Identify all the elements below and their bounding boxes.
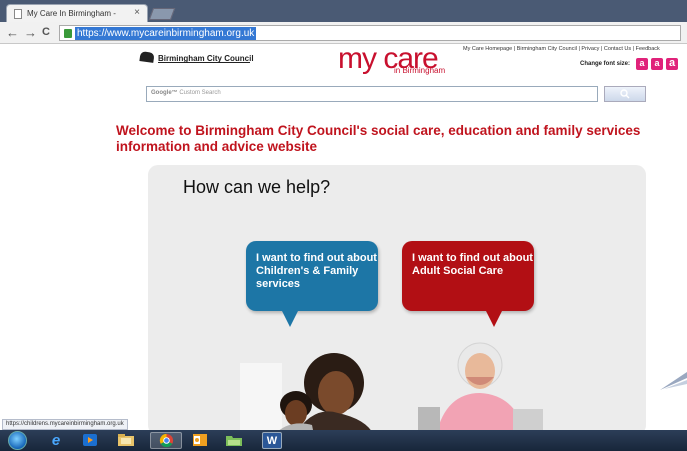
- tab-close-icon[interactable]: ×: [134, 7, 140, 18]
- search-placeholder: Custom Search: [179, 90, 221, 96]
- url-text[interactable]: https://www.mycareinbirmingham.org.uk: [75, 27, 257, 40]
- file-explorer-icon[interactable]: [116, 432, 136, 449]
- bubble-tail-red: [486, 311, 502, 327]
- folder-icon[interactable]: [224, 432, 244, 449]
- browser-screen: My Care In Birmingham - × ← → C https://…: [0, 0, 687, 451]
- mycare-logo-subtitle: in Birmingham: [394, 66, 446, 75]
- outlook-icon[interactable]: [190, 432, 210, 449]
- help-panel: How can we help? I want to find out abou…: [148, 165, 646, 435]
- welcome-heading: Welcome to Birmingham City Council's soc…: [116, 123, 641, 154]
- word-icon[interactable]: W: [262, 432, 282, 449]
- media-player-icon[interactable]: [80, 432, 100, 449]
- new-tab-button[interactable]: [148, 8, 176, 20]
- bubble-tail-blue: [282, 311, 298, 327]
- address-bar[interactable]: https://www.mycareinbirmingham.org.uk: [59, 25, 681, 41]
- chrome-icon[interactable]: [150, 432, 182, 449]
- internet-explorer-icon[interactable]: e: [46, 432, 66, 449]
- google-label: Google™: [151, 90, 178, 96]
- family-photo: [234, 353, 374, 435]
- search-button[interactable]: [604, 86, 646, 102]
- elderly-woman-photo: [418, 337, 548, 435]
- font-size-large-button[interactable]: a: [666, 58, 678, 70]
- font-size-medium-button[interactable]: a: [651, 58, 663, 70]
- browser-toolbar: ← → C https://www.mycareinbirmingham.org…: [0, 22, 687, 44]
- link-status-bubble: https://childrens.mycareinbirmingham.org…: [2, 419, 128, 430]
- page-icon: [14, 9, 22, 19]
- tab-title: My Care In Birmingham -: [27, 9, 116, 18]
- council-logo-underline: [158, 62, 250, 63]
- reload-button[interactable]: C: [42, 26, 50, 38]
- adult-social-care-bubble[interactable]: I want to find out about Adult Social Ca…: [402, 241, 534, 311]
- windows-taskbar: e W: [0, 430, 687, 451]
- top-links[interactable]: My Care Homepage | Birmingham City Counc…: [463, 46, 660, 52]
- search-input[interactable]: Google™ Custom Search: [146, 86, 598, 102]
- forward-button[interactable]: →: [24, 25, 37, 40]
- childrens-services-bubble[interactable]: I want to find out about Children's & Fa…: [246, 241, 378, 311]
- decorative-swoosh: [660, 372, 687, 390]
- tab-strip: My Care In Birmingham - ×: [0, 0, 687, 22]
- font-size-small-button[interactable]: a: [636, 58, 648, 70]
- browser-tab[interactable]: My Care In Birmingham - ×: [6, 4, 148, 22]
- help-title: How can we help?: [183, 177, 331, 197]
- change-font-size-label: Change font size:: [580, 61, 631, 67]
- lock-icon: [64, 29, 72, 38]
- windows-start-icon[interactable]: [8, 431, 27, 450]
- council-heart-icon: [139, 51, 155, 63]
- magnifier-icon: [620, 89, 630, 99]
- back-button[interactable]: ←: [6, 25, 19, 40]
